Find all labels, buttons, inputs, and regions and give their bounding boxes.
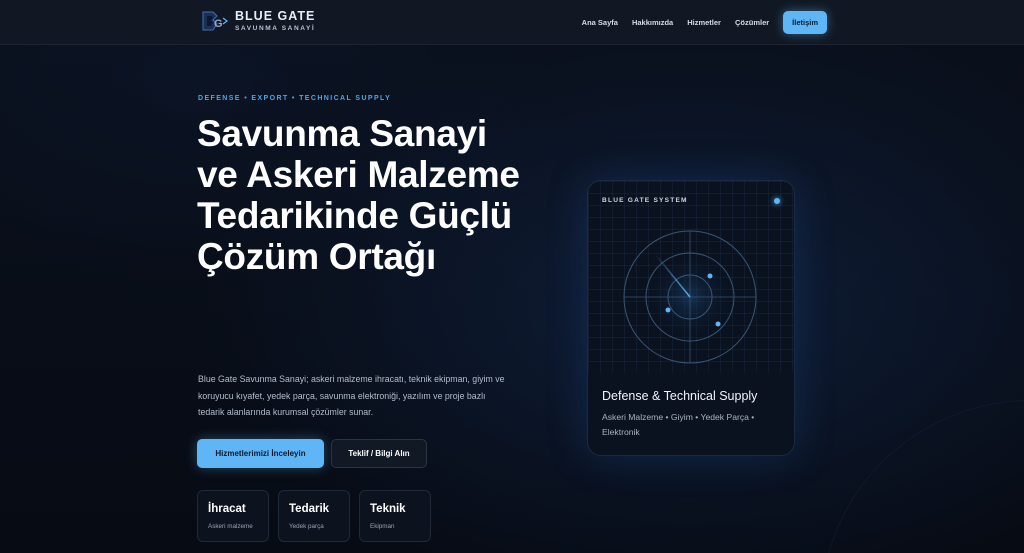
stat-subtitle: Askeri malzeme	[208, 523, 253, 530]
stat-subtitle: Ekipman	[370, 523, 395, 530]
nav-link-ana-sayfa[interactable]: Ana Sayfa	[582, 12, 618, 34]
stat-card-ihracat: İhracat Askeri malzeme	[197, 490, 269, 542]
card-label: BLUE GATE SYSTEM	[602, 197, 688, 204]
request-quote-button[interactable]: Teklif / Bilgi Alın	[331, 439, 427, 468]
top-navbar: G BLUE GATE SAVUNMA SANAYİ Ana Sayfa Hak…	[0, 0, 1024, 45]
radar-icon	[623, 230, 757, 364]
contact-button[interactable]: İletişim	[783, 11, 827, 34]
stat-card-teknik: Teknik Ekipman	[359, 490, 431, 542]
page: G BLUE GATE SAVUNMA SANAYİ Ana Sayfa Hak…	[0, 0, 1024, 553]
stat-title: Teknik	[370, 503, 406, 515]
main-nav: Ana Sayfa Hakkımızda Hizmetler Çözümler …	[582, 11, 827, 34]
stat-subtitle: Yedek parça	[289, 523, 324, 530]
nav-link-cozumler[interactable]: Çözümler	[735, 12, 769, 34]
system-card: BLUE GATE SYSTEM Defense & Technical Sup…	[587, 180, 795, 456]
hero-description: Blue Gate Savunma Sanayi; askeri malzeme…	[198, 374, 505, 417]
explore-services-button[interactable]: Hizmetlerimizi İnceleyin	[197, 439, 324, 468]
blue-gate-logo-icon: G	[199, 8, 229, 34]
stat-title: Tedarik	[289, 503, 330, 515]
stat-title: İhracat	[208, 503, 246, 515]
status-indicator-icon	[774, 198, 780, 204]
stat-card-tedarik: Tedarik Yedek parça	[278, 490, 350, 542]
nav-link-hakkimizda[interactable]: Hakkımızda	[632, 12, 673, 34]
brand-name: BLUE GATE	[235, 9, 316, 23]
logo[interactable]: G BLUE GATE SAVUNMA SANAYİ	[199, 8, 315, 34]
card-subtitle: Askeri Malzeme • Giyim • Yedek Parça • E…	[602, 412, 755, 437]
brand-subtitle: SAVUNMA SANAYİ	[235, 25, 316, 32]
card-title: Defense & Technical Supply	[602, 389, 758, 403]
hero-eyebrow: DEFENSE • EXPORT • TECHNICAL SUPPLY	[198, 95, 392, 102]
svg-text:G: G	[214, 18, 223, 30]
nav-link-hizmetler[interactable]: Hizmetler	[687, 12, 721, 34]
hero-title: Savunma Sanayi ve Askeri Malzeme Tedarik…	[197, 113, 520, 277]
